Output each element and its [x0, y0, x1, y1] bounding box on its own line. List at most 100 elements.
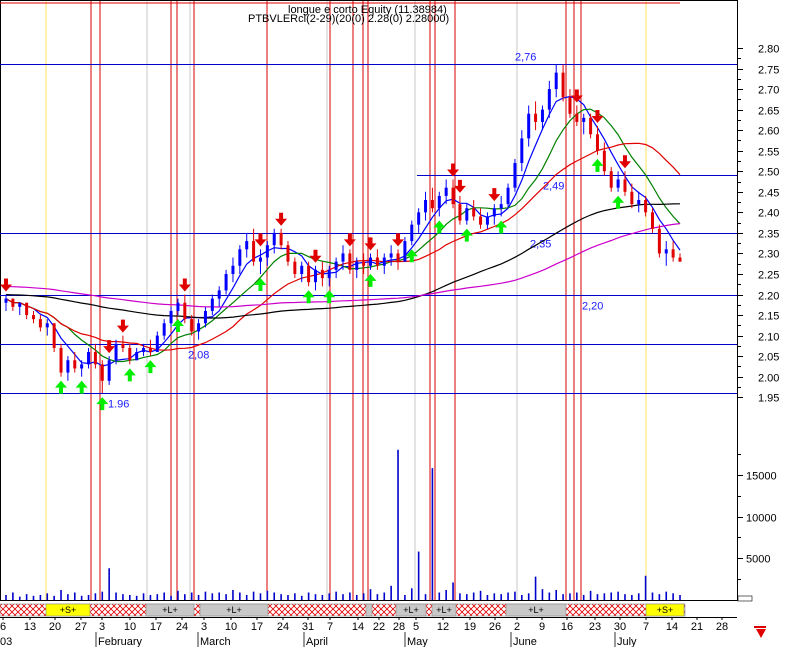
candle-body: [410, 224, 414, 242]
candle-body: [45, 323, 49, 328]
volume-tick-label: 15000: [746, 471, 777, 483]
candle-body: [87, 352, 91, 365]
candle-body: [327, 269, 331, 279]
signal-band-label: +L+: [162, 605, 178, 615]
candle-body: [18, 302, 22, 307]
x-day-label: 24: [176, 621, 188, 633]
buy-arrow-icon: [144, 360, 157, 374]
candle-body: [231, 265, 235, 274]
candle-body: [341, 253, 345, 262]
candle-body: [375, 257, 379, 266]
candle-body: [369, 257, 373, 266]
candle-body: [403, 241, 407, 262]
y-tick-label: 2.30: [758, 249, 779, 261]
y-tick-label: 2.35: [758, 229, 779, 241]
y-tick-label: 2.55: [758, 147, 779, 159]
candle-body: [506, 187, 510, 205]
x-day-label: 6: [0, 621, 6, 633]
buy-arrow-icon: [123, 368, 136, 382]
sell-arrow-icon: [116, 319, 129, 333]
candle-body: [128, 347, 132, 361]
candle-body: [38, 319, 42, 328]
sell-arrow-icon: [275, 212, 288, 226]
signal-strip: [0, 603, 686, 617]
candle-body: [630, 191, 634, 205]
x-day-label: 28: [716, 621, 728, 633]
buy-arrow-icon: [460, 228, 473, 242]
candle-body: [293, 261, 297, 274]
candle-body: [527, 113, 531, 139]
x-day-label: 31: [302, 621, 314, 633]
volume-scroll-box: [737, 595, 753, 602]
candle-body: [465, 208, 469, 221]
sell-arrow-icon: [488, 188, 501, 202]
candle-body: [382, 257, 386, 266]
x-day-label: 12: [437, 621, 449, 633]
volume-tick-label: 5000: [746, 554, 770, 566]
y-tick-label: 2.40: [758, 208, 779, 220]
candle-body: [650, 212, 654, 229]
x-month-label: February: [98, 636, 143, 647]
candle-body: [492, 208, 496, 217]
candle-body: [479, 216, 483, 225]
scroll-down-icon[interactable]: [754, 626, 766, 638]
candle-body: [169, 310, 173, 324]
candle-body: [142, 347, 146, 353]
candle-body: [616, 179, 620, 188]
ma-fast-line: [5, 95, 681, 367]
candle-body: [671, 249, 675, 258]
candle-body: [547, 89, 551, 110]
volume-tick-label: 10000: [746, 513, 777, 525]
candle-body: [190, 319, 194, 332]
candle-body: [444, 187, 448, 196]
candle-body: [93, 352, 97, 365]
x-day-label: 23: [589, 621, 601, 633]
candle-body: [4, 298, 8, 303]
candle-body: [657, 228, 661, 254]
candle-body: [155, 335, 159, 353]
level-label: 1.96: [108, 399, 129, 411]
y-tick-label: 2.20: [758, 291, 779, 303]
candle-body: [348, 253, 352, 270]
candle-body: [513, 163, 517, 188]
sell-arrow-icon: [364, 237, 377, 251]
x-day-label: 30: [614, 621, 626, 633]
candle-body: [258, 257, 262, 262]
candle-body: [176, 302, 180, 311]
x-day-label: 16: [561, 621, 573, 633]
level-label: 2,49: [543, 181, 564, 193]
y-tick-label: 1.95: [758, 393, 779, 405]
candle-body: [252, 241, 256, 262]
y-tick-label: 2.60: [758, 126, 779, 138]
candle-body: [355, 261, 359, 270]
candle-body: [595, 134, 599, 151]
candle-body: [568, 97, 572, 114]
candle-body: [59, 347, 63, 373]
x-day-label: 22: [373, 621, 385, 633]
y-tick-label: 2.25: [758, 270, 779, 282]
level-label: 2,20: [582, 301, 603, 313]
ma-medium-line: [5, 108, 681, 363]
candle-body: [286, 245, 290, 262]
candle-body: [265, 245, 269, 258]
x-day-label: 10: [124, 621, 136, 633]
signal-band-label: +L+: [436, 605, 452, 615]
buy-arrow-icon: [302, 290, 315, 304]
x-day-label: 3: [99, 621, 105, 633]
candle-body: [197, 323, 201, 332]
x-day-label: 14: [352, 621, 364, 633]
candle-body: [623, 179, 627, 192]
level-label: 2,35: [530, 239, 551, 251]
x-day-label: 7: [643, 621, 649, 633]
x-day-label: 5: [413, 621, 419, 633]
level-label: 2,76: [515, 52, 536, 64]
candle-body: [472, 208, 476, 217]
y-tick-label: 2.00: [758, 373, 779, 385]
candle-body: [424, 200, 428, 213]
x-month-label: July: [617, 636, 637, 647]
candle-body: [238, 249, 242, 266]
candle-body: [561, 72, 565, 98]
candle-body: [107, 360, 111, 381]
candle-body: [135, 352, 139, 361]
candle-body: [80, 364, 84, 369]
